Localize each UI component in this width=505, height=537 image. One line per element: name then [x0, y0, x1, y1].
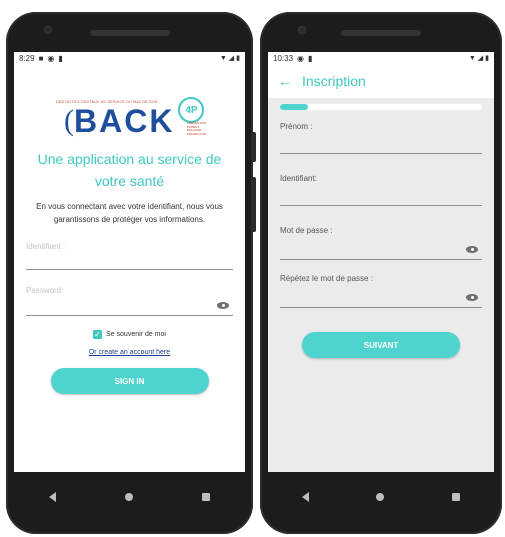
sd-card-icon: ▮	[58, 53, 63, 63]
logo-main: ( BACK 4P PRÉVENTION PATIENT BIOLOGIE PR…	[64, 97, 206, 139]
sd-card-icon: ▮	[308, 53, 313, 63]
password-input[interactable]	[280, 235, 482, 260]
earpiece-speaker	[341, 30, 421, 36]
phone-frame-left: 8:29 ■ ◉ ▮ ▼ ◢ ▮ DES OUTILS DIGITAUX AU …	[6, 12, 256, 534]
logo-bracket: (	[64, 104, 74, 137]
front-camera	[44, 26, 52, 34]
status-bar: 8:29 ■ ◉ ▮ ▼ ◢ ▮	[14, 52, 245, 64]
identifiant-field[interactable]: Identifiant :	[26, 242, 233, 272]
status-time: 8:29	[19, 53, 35, 63]
nav-back-icon[interactable]	[301, 492, 309, 502]
nav-back-icon[interactable]	[48, 492, 56, 502]
status-time: 10:33	[273, 53, 294, 63]
notification-icon: ◉	[297, 53, 305, 63]
page-title: Une application au service de votre sant…	[37, 151, 222, 189]
repeat-password-input[interactable]	[280, 283, 482, 308]
sign-in-button[interactable]: SIGN IN	[50, 368, 209, 394]
power-button	[253, 132, 256, 162]
signup-screen: 10:33 ◉ ▮ ▼ ◢ ▮ ← Inscription Prénom : I…	[268, 52, 494, 472]
header-title: Inscription	[302, 73, 366, 89]
android-nav-bar	[14, 477, 245, 517]
show-password-icon[interactable]	[466, 294, 478, 301]
logo-4p-badge: 4P	[178, 97, 205, 123]
progress-fill	[280, 104, 309, 110]
phone-frame-right: 10:33 ◉ ▮ ▼ ◢ ▮ ← Inscription Prénom : I…	[260, 12, 502, 534]
status-bar: 10:33 ◉ ▮ ▼ ◢ ▮	[268, 52, 494, 64]
login-screen: 8:29 ■ ◉ ▮ ▼ ◢ ▮ DES OUTILS DIGITAUX AU …	[14, 52, 245, 472]
identifiant-input[interactable]	[26, 251, 233, 270]
repeat-password-label: Répétez le mot de passe :	[280, 274, 373, 283]
nav-recent-apps-icon[interactable]	[202, 493, 211, 501]
password-label: Password:	[26, 286, 64, 295]
notification-icon: ■	[38, 53, 44, 63]
password-field[interactable]: Mot de passe :	[280, 226, 482, 260]
password-field[interactable]: Password:	[26, 286, 233, 316]
show-password-icon[interactable]	[217, 302, 229, 309]
nav-recent-apps-icon[interactable]	[452, 493, 461, 501]
signal-icon: ◢	[477, 55, 484, 62]
prenom-field[interactable]: Prénom :	[280, 122, 482, 156]
front-camera	[298, 26, 306, 34]
logo-sub-labels: PRÉVENTION PATIENT BIOLOGIE PROJECTION	[186, 121, 207, 136]
notification-icon: ◉	[47, 53, 55, 63]
identifiant-label: Identifiant:	[280, 174, 317, 183]
battery-icon: ▮	[485, 55, 489, 62]
earpiece-speaker	[89, 30, 170, 36]
show-password-icon[interactable]	[466, 246, 478, 253]
app-bar: ← Inscription	[268, 64, 494, 98]
password-label: Mot de passe :	[280, 226, 333, 235]
arrow-left-icon[interactable]: ←	[278, 73, 292, 89]
signup-progress-bar	[280, 104, 482, 110]
prenom-label: Prénom :	[280, 122, 313, 131]
repeat-password-field[interactable]: Répétez le mot de passe :	[280, 274, 482, 308]
login-description: En vous connectant avec votre identifian…	[36, 202, 223, 224]
prenom-input[interactable]	[280, 131, 482, 154]
identifiant-input[interactable]	[280, 183, 482, 206]
nav-home-icon[interactable]	[124, 493, 133, 501]
remember-me-checkbox[interactable]: ✓	[93, 330, 103, 339]
logo-word: BACK	[74, 103, 175, 139]
battery-icon: ▮	[236, 55, 240, 62]
back4p-logo: DES OUTILS DIGITAUX AU SERVICE DU MAL DE…	[14, 68, 245, 144]
volume-button	[253, 177, 256, 232]
identifiant-field[interactable]: Identifiant:	[280, 174, 482, 208]
nav-home-icon[interactable]	[376, 493, 385, 501]
password-input[interactable]	[26, 295, 233, 316]
signal-icon: ◢	[228, 55, 235, 62]
remember-me-row[interactable]: ✓ Se souvenir de moi	[14, 330, 245, 339]
android-nav-bar	[268, 477, 494, 517]
wifi-icon: ▼	[468, 54, 476, 62]
wifi-icon: ▼	[219, 54, 227, 62]
next-button[interactable]: SUIVANT	[302, 332, 460, 358]
identifiant-label: Identifiant :	[26, 242, 66, 251]
create-account-link[interactable]: Or create an account here	[14, 349, 245, 356]
remember-me-label: Se souvenir de moi	[106, 331, 166, 338]
